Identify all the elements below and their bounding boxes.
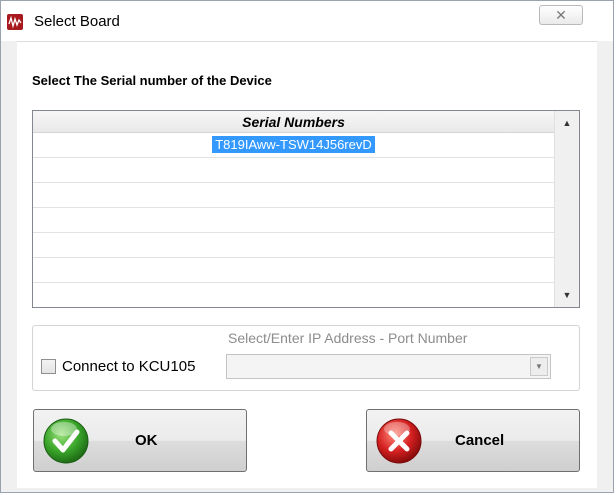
connect-kcu105-label[interactable]: Connect to KCU105 (62, 358, 195, 375)
app-waveform-icon (7, 14, 23, 30)
close-icon: ✕ (555, 7, 567, 23)
title-bar: Select Board ✕ (1, 1, 613, 41)
ok-button[interactable]: OK (33, 409, 247, 472)
serial-number-grid[interactable]: Serial Numbers T819IAww-TSW14J56revD ▲ ▼ (32, 110, 580, 308)
chevron-down-icon[interactable]: ▼ (530, 357, 548, 376)
ok-label: OK (135, 432, 158, 449)
table-row[interactable] (33, 183, 554, 208)
check-icon (43, 418, 89, 464)
serial-cell: T819IAww-TSW14J56revD (33, 136, 554, 153)
close-button[interactable]: ✕ (539, 5, 583, 25)
serial-numbers-column-header[interactable]: Serial Numbers (33, 111, 554, 133)
table-row[interactable] (33, 258, 554, 283)
connect-kcu105-checkbox[interactable] (41, 359, 56, 374)
table-row[interactable]: T819IAww-TSW14J56revD (33, 133, 554, 158)
grid-scrollbar[interactable]: ▲ ▼ (554, 111, 579, 307)
ip-address-label: Select/Enter IP Address - Port Number (228, 330, 468, 346)
cancel-button[interactable]: Cancel (366, 409, 580, 472)
table-row[interactable] (33, 158, 554, 183)
column-header-label: Serial Numbers (242, 114, 345, 130)
window-title: Select Board (34, 13, 120, 30)
select-board-dialog: Select Board ✕ Select The Serial number … (0, 0, 614, 493)
table-row[interactable] (33, 208, 554, 233)
scroll-up-icon[interactable]: ▲ (555, 113, 579, 133)
cancel-label: Cancel (455, 432, 505, 449)
ip-address-combo[interactable]: ▼ (226, 354, 551, 379)
scroll-down-icon[interactable]: ▼ (555, 285, 579, 305)
table-row[interactable] (33, 233, 554, 258)
serial-value: T819IAww-TSW14J56revD (212, 136, 375, 153)
cross-icon (376, 418, 422, 464)
instruction-text: Select The Serial number of the Device (32, 73, 272, 88)
